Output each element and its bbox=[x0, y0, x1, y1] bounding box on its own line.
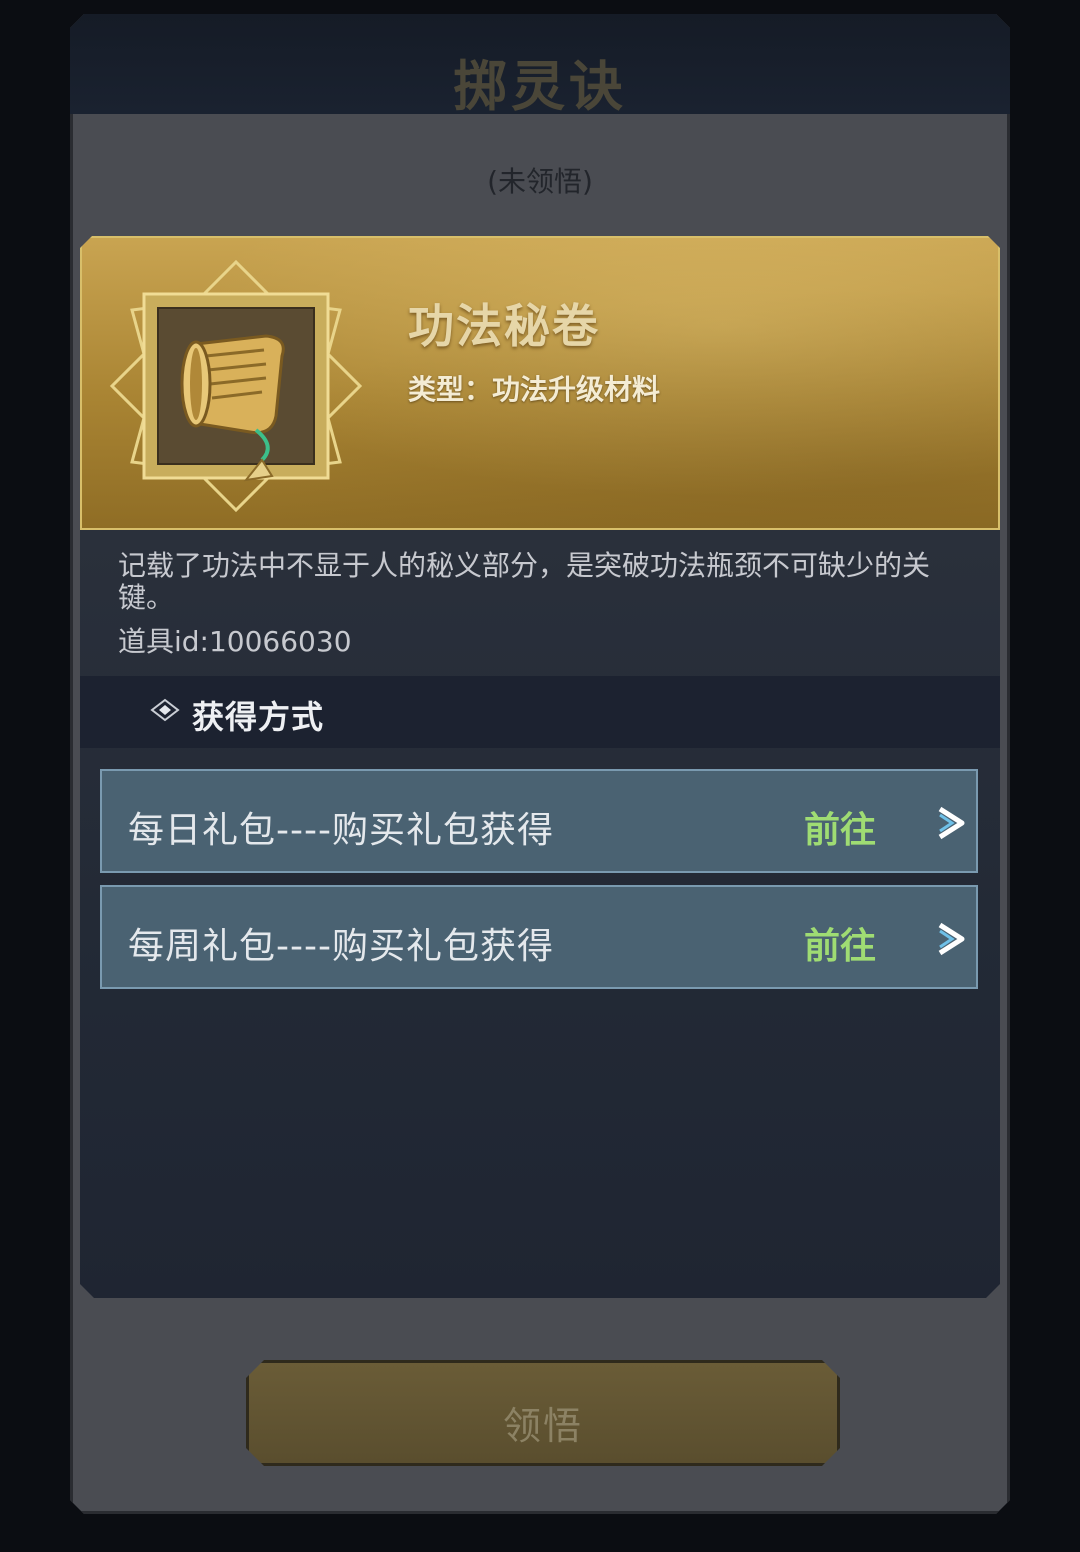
goto-button[interactable]: 前往 bbox=[804, 917, 876, 969]
chevron-right-icon[interactable] bbox=[934, 921, 968, 961]
learn-status: (未领悟) bbox=[487, 165, 593, 198]
source-label: 每日礼包----购买礼包获得 bbox=[128, 810, 554, 851]
source-label: 每周礼包----购买礼包获得 bbox=[128, 926, 554, 967]
dialog-title: 掷灵诀 bbox=[453, 54, 627, 118]
learn-button[interactable]: 领悟 bbox=[246, 1360, 840, 1466]
item-type: 类型：功法升级材料 bbox=[408, 373, 661, 406]
item-id: 道具id:10066030 bbox=[118, 625, 352, 658]
dialog-title-bar: 掷灵诀 bbox=[70, 14, 1010, 114]
acquisition-title: 获得方式 bbox=[192, 698, 325, 736]
item-name: 功法秘卷 bbox=[408, 299, 600, 353]
diamond-bullet-icon bbox=[150, 698, 180, 726]
scroll-icon bbox=[180, 334, 285, 482]
item-description: 记载了功法中不显于人的秘义部分，是突破功法瓶颈不可缺少的关键。 bbox=[118, 549, 931, 614]
chevron-right-icon[interactable] bbox=[934, 805, 968, 845]
learn-button-label: 领悟 bbox=[502, 1404, 583, 1448]
source-row-daily[interactable]: 每日礼包----购买礼包获得 前往 bbox=[100, 769, 978, 873]
goto-button[interactable]: 前往 bbox=[804, 801, 876, 853]
source-row-weekly[interactable]: 每周礼包----购买礼包获得 前往 bbox=[100, 885, 978, 989]
item-icon-frame bbox=[108, 258, 364, 514]
